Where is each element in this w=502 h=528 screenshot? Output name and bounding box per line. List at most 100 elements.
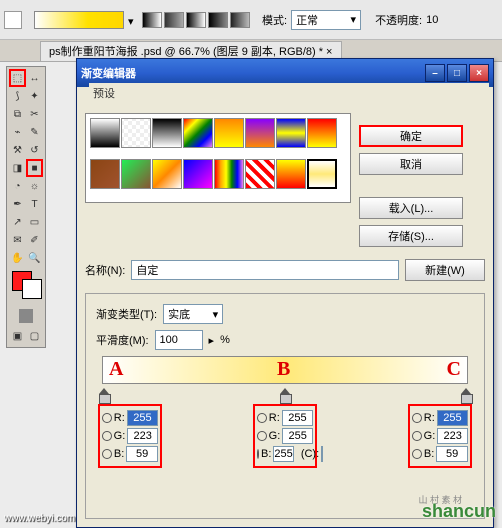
- preset-swatch[interactable]: [307, 159, 337, 189]
- type-select[interactable]: 实底▾: [163, 304, 223, 324]
- input-c-r[interactable]: 255: [437, 410, 468, 426]
- input-c-b[interactable]: 59: [436, 446, 468, 462]
- radio-g[interactable]: [257, 431, 267, 441]
- gradient-linear-button[interactable]: [142, 12, 162, 28]
- shape-tool[interactable]: ▭: [26, 213, 43, 231]
- tool-preset-button[interactable]: [4, 11, 22, 29]
- tool-panel: ⬚↔ ⟆✦ ⧉✂ ⌁✎ ⚒↺ ◨■ ◔☼ ✒T ↗▭ ✉✐ ✋🔍 ▣▢: [6, 66, 46, 348]
- path-tool[interactable]: ↗: [9, 213, 26, 231]
- preset-swatch[interactable]: [90, 159, 120, 189]
- preset-swatch[interactable]: [152, 159, 182, 189]
- quickmask-button[interactable]: [19, 309, 33, 323]
- eraser-tool[interactable]: ◨: [9, 159, 26, 177]
- preset-grid[interactable]: [85, 113, 351, 203]
- preset-swatch[interactable]: [245, 118, 275, 148]
- input-a-r[interactable]: 255: [127, 410, 158, 426]
- radio-b[interactable]: [257, 449, 259, 459]
- radio-b[interactable]: [102, 449, 112, 459]
- move-tool[interactable]: ↔: [26, 69, 43, 87]
- preset-swatch[interactable]: [90, 118, 120, 148]
- preset-swatch[interactable]: [121, 159, 151, 189]
- gradient-bar[interactable]: A B C: [102, 356, 468, 384]
- preset-swatch[interactable]: [307, 118, 337, 148]
- name-label: 名称(N):: [85, 262, 125, 278]
- color-stop-b[interactable]: [280, 389, 290, 399]
- gradient-radial-button[interactable]: [164, 12, 184, 28]
- smoothness-arrow-icon[interactable]: ▸: [209, 334, 215, 347]
- radio-r[interactable]: [257, 413, 267, 423]
- input-a-b[interactable]: 59: [126, 446, 158, 462]
- zoom-tool[interactable]: 🔍: [26, 249, 43, 267]
- name-input[interactable]: 自定: [131, 260, 399, 280]
- hand-tool[interactable]: ✋: [9, 249, 26, 267]
- annotation-a: A: [109, 358, 123, 381]
- maximize-button[interactable]: □: [447, 64, 467, 82]
- gradient-diamond-button[interactable]: [230, 12, 250, 28]
- preset-swatch[interactable]: [214, 118, 244, 148]
- slice-tool[interactable]: ✂: [26, 105, 43, 123]
- gradient-editor-dialog: 渐变编辑器 – □ × 预设: [76, 58, 494, 528]
- wand-tool[interactable]: ✦: [26, 87, 43, 105]
- gradient-reflected-button[interactable]: [208, 12, 228, 28]
- dropdown-icon[interactable]: ▾: [128, 15, 138, 25]
- mode-select[interactable]: 正常 ▾: [291, 10, 361, 30]
- input-location[interactable]: [321, 446, 323, 462]
- screen-mode-1[interactable]: ▣: [9, 327, 26, 345]
- color-stop-c[interactable]: [461, 389, 471, 399]
- radio-r[interactable]: [412, 413, 422, 423]
- dodge-tool[interactable]: ☼: [26, 177, 43, 195]
- stamp-tool[interactable]: ⚒: [9, 141, 26, 159]
- cancel-button[interactable]: 取消: [359, 153, 463, 175]
- preset-swatch[interactable]: [121, 118, 151, 148]
- screen-mode-2[interactable]: ▢: [26, 327, 43, 345]
- radio-g[interactable]: [102, 431, 112, 441]
- preset-swatch[interactable]: [276, 118, 306, 148]
- preset-swatch[interactable]: [183, 118, 213, 148]
- radio-g[interactable]: [412, 431, 422, 441]
- blur-tool[interactable]: ◔: [9, 177, 26, 195]
- history-brush-tool[interactable]: ↺: [26, 141, 43, 159]
- color-swatch[interactable]: [10, 271, 42, 293]
- close-button[interactable]: ×: [469, 64, 489, 82]
- lasso-tool[interactable]: ⟆: [9, 87, 26, 105]
- preset-swatch[interactable]: [152, 118, 182, 148]
- rgb-group-b: R:255 G:255 B:255 (C):: [253, 404, 317, 468]
- preset-swatch[interactable]: [245, 159, 275, 189]
- new-button[interactable]: 新建(W): [405, 259, 485, 281]
- radio-r[interactable]: [102, 413, 112, 423]
- gradient-angle-button[interactable]: [186, 12, 206, 28]
- save-button[interactable]: 存储(S)...: [359, 225, 463, 247]
- ok-button[interactable]: 确定: [359, 125, 463, 147]
- color-stop-a[interactable]: [99, 389, 109, 399]
- rgb-row: R:255 G:223 B:59 R:255 G:255 B:255 (C): …: [96, 404, 474, 468]
- healing-tool[interactable]: ⌁: [9, 123, 26, 141]
- input-b-g[interactable]: 255: [282, 428, 313, 444]
- smoothness-label: 平滑度(M):: [96, 332, 149, 348]
- minimize-button[interactable]: –: [425, 64, 445, 82]
- input-b-r[interactable]: 255: [282, 410, 313, 426]
- gradient-tool[interactable]: ■: [26, 159, 43, 177]
- watermark-text: 山 村 素 材: [418, 493, 462, 506]
- load-button[interactable]: 载入(L)...: [359, 197, 463, 219]
- pen-tool[interactable]: ✒: [9, 195, 26, 213]
- marquee-tool[interactable]: ⬚: [9, 69, 26, 87]
- type-tool[interactable]: T: [26, 195, 43, 213]
- brush-tool[interactable]: ✎: [26, 123, 43, 141]
- preset-swatch[interactable]: [214, 159, 244, 189]
- eyedropper-tool[interactable]: ✐: [26, 231, 43, 249]
- chevron-down-icon: ▾: [213, 308, 219, 321]
- crop-tool[interactable]: ⧉: [9, 105, 26, 123]
- dialog-button-column: 确定 取消 载入(L)... 存储(S)...: [359, 121, 463, 247]
- preset-swatch[interactable]: [183, 159, 213, 189]
- input-a-g[interactable]: 223: [127, 428, 158, 444]
- document-tab-label: ps制作重阳节海报 .psd @ 66.7% (图层 9 副本, RGB/8) …: [49, 43, 333, 59]
- input-b-b[interactable]: 255: [273, 446, 293, 462]
- input-c-g[interactable]: 223: [437, 428, 468, 444]
- annotation-b: B: [277, 358, 290, 381]
- radio-b[interactable]: [412, 449, 422, 459]
- smoothness-input[interactable]: 100: [155, 330, 203, 350]
- gradient-preview-swatch[interactable]: [34, 11, 124, 29]
- notes-tool[interactable]: ✉: [9, 231, 26, 249]
- background-color[interactable]: [22, 279, 42, 299]
- preset-swatch[interactable]: [276, 159, 306, 189]
